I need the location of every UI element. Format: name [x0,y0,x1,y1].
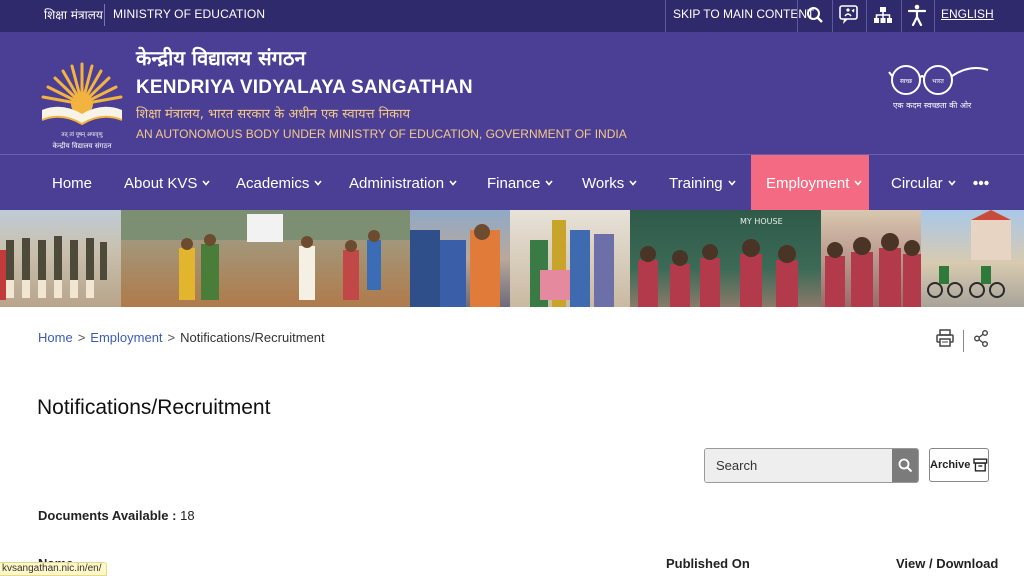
divider [665,0,666,32]
divider [963,329,964,352]
search-box [704,448,919,483]
nav-item-works[interactable]: Works [582,155,637,211]
share-icon[interactable] [973,329,989,352]
kvs-logo[interactable]: तत् त्वं पूषन् अपावृणु केन्द्रीय विद्याल… [36,52,128,152]
archive-box-icon [973,458,988,472]
nav-item-label: Finance [487,174,541,192]
search-icon[interactable] [804,4,826,26]
nav-item-label: Training [669,174,723,192]
search-button[interactable] [892,449,918,482]
chevron-down-icon [948,180,956,186]
swachh-left-text: स्वच्छ [900,78,913,85]
column-header-published-on[interactable]: Published On [666,556,750,571]
ministry-hindi-link[interactable]: शिक्षा मंत्रालय [44,6,103,23]
archive-button[interactable]: Archive [929,448,989,482]
page-tools [936,329,989,352]
nav-item-label: Administration [349,174,445,192]
accessibility-icon[interactable] [906,4,928,26]
breadcrumb-separator: > [167,330,176,345]
screen-reader-icon[interactable] [838,4,860,26]
nav-item-administration[interactable]: Administration [349,155,457,211]
sitemap-icon[interactable] [872,4,894,26]
org-subtitle-hindi: शिक्षा मंत्रालय, भारत सरकार के अधीन एक स… [136,107,411,122]
breadcrumb-home-link[interactable]: Home [38,330,73,345]
chevron-down-icon [629,180,637,186]
nav-item-label: About KVS [124,174,198,192]
nav-item-finance[interactable]: Finance [487,155,553,211]
org-title-english: KENDRIYA VIDYALAYA SANGATHAN [136,77,473,98]
page-title: Notifications/Recruitment [37,396,271,419]
browser-status-bar: kvsangathan.nic.in/en/ [0,562,107,576]
print-icon[interactable] [936,329,954,352]
logo-motto: तत् त्वं पूषन् अपावृणु [61,131,103,138]
nav-item-label: Academics [236,174,310,192]
column-header-view-download: View / Download [896,556,999,571]
chevron-down-icon [545,180,553,186]
nav-item-circular[interactable]: Circular [891,155,956,211]
svg-text:MY HOUSE: MY HOUSE [740,217,783,226]
nav-item-label: Works [582,174,625,192]
site-header: तत् त्वं पूषन् अपावृणु केन्द्रीय विद्याल… [0,32,1024,154]
top-utility-bar: शिक्षा मंत्रालय MINISTRY OF EDUCATION SK… [0,0,1024,32]
documents-available-label: Documents Available : [38,508,177,523]
divider [934,0,935,32]
org-subtitle-english: AN AUTONOMOUS BODY UNDER MINISTRY OF EDU… [136,127,627,141]
banner-photo-parade [0,210,121,307]
main-navigation: Home About KVS Academics Administration … [0,154,1024,211]
divider [866,0,867,32]
nav-item-training[interactable]: Training [669,155,736,211]
skip-to-main-content-link[interactable]: SKIP TO MAIN CONTENT [673,7,814,21]
swachh-right-text: भारत [932,78,944,85]
breadcrumb: Home > Employment > Notifications/Recruitmen… [38,330,325,345]
banner-photo-classroom [510,210,630,307]
breadcrumb-current: Notifications/Recruitment [180,330,325,345]
search-input[interactable] [705,449,892,482]
swachh-tagline: एक कदम स्वच्छता की ओर [893,101,972,110]
ministry-english-link[interactable]: MINISTRY OF EDUCATION [113,7,265,21]
chevron-down-icon [314,180,322,186]
banner-photo-cycling [921,210,1024,307]
nav-item-academics[interactable]: Academics [236,155,322,211]
org-title-hindi: केन्द्रीय विद्यालय संगठन [136,46,306,70]
chevron-down-icon [728,180,736,186]
breadcrumb-employment-link[interactable]: Employment [90,330,162,345]
chevron-down-icon [449,180,457,186]
breadcrumb-separator: > [77,330,86,345]
documents-available-count: 18 [180,508,195,523]
archive-label: Archive [930,459,971,471]
banner-photo-kids [821,210,921,307]
nav-item-about-kvs[interactable]: About KVS [124,155,210,211]
nav-item-label: Circular [891,174,943,192]
banner-photo-students [410,210,510,307]
documents-available: Documents Available : 18 [38,508,195,523]
divider [104,4,105,26]
logo-caption: केन्द्रीय विद्यालय संगठन [53,141,112,150]
divider [797,0,798,32]
nav-item-label: Employment [766,174,850,192]
search-icon [898,458,912,473]
divider [901,0,902,32]
banner-photo-chalkboard: MY HOUSE [630,210,821,307]
nav-item-employment[interactable]: Employment [751,155,869,211]
chevron-down-icon [202,180,210,186]
nav-item-label: Home [52,174,93,192]
banner-photo-sports [121,210,410,307]
nav-item-home[interactable]: Home [52,155,92,211]
chevron-down-icon [854,180,862,186]
divider [832,0,833,32]
photo-banner: MY HOUSE [0,210,1024,307]
language-selector[interactable]: ENGLISH [941,7,994,21]
more-menu-icon[interactable] [973,155,989,211]
